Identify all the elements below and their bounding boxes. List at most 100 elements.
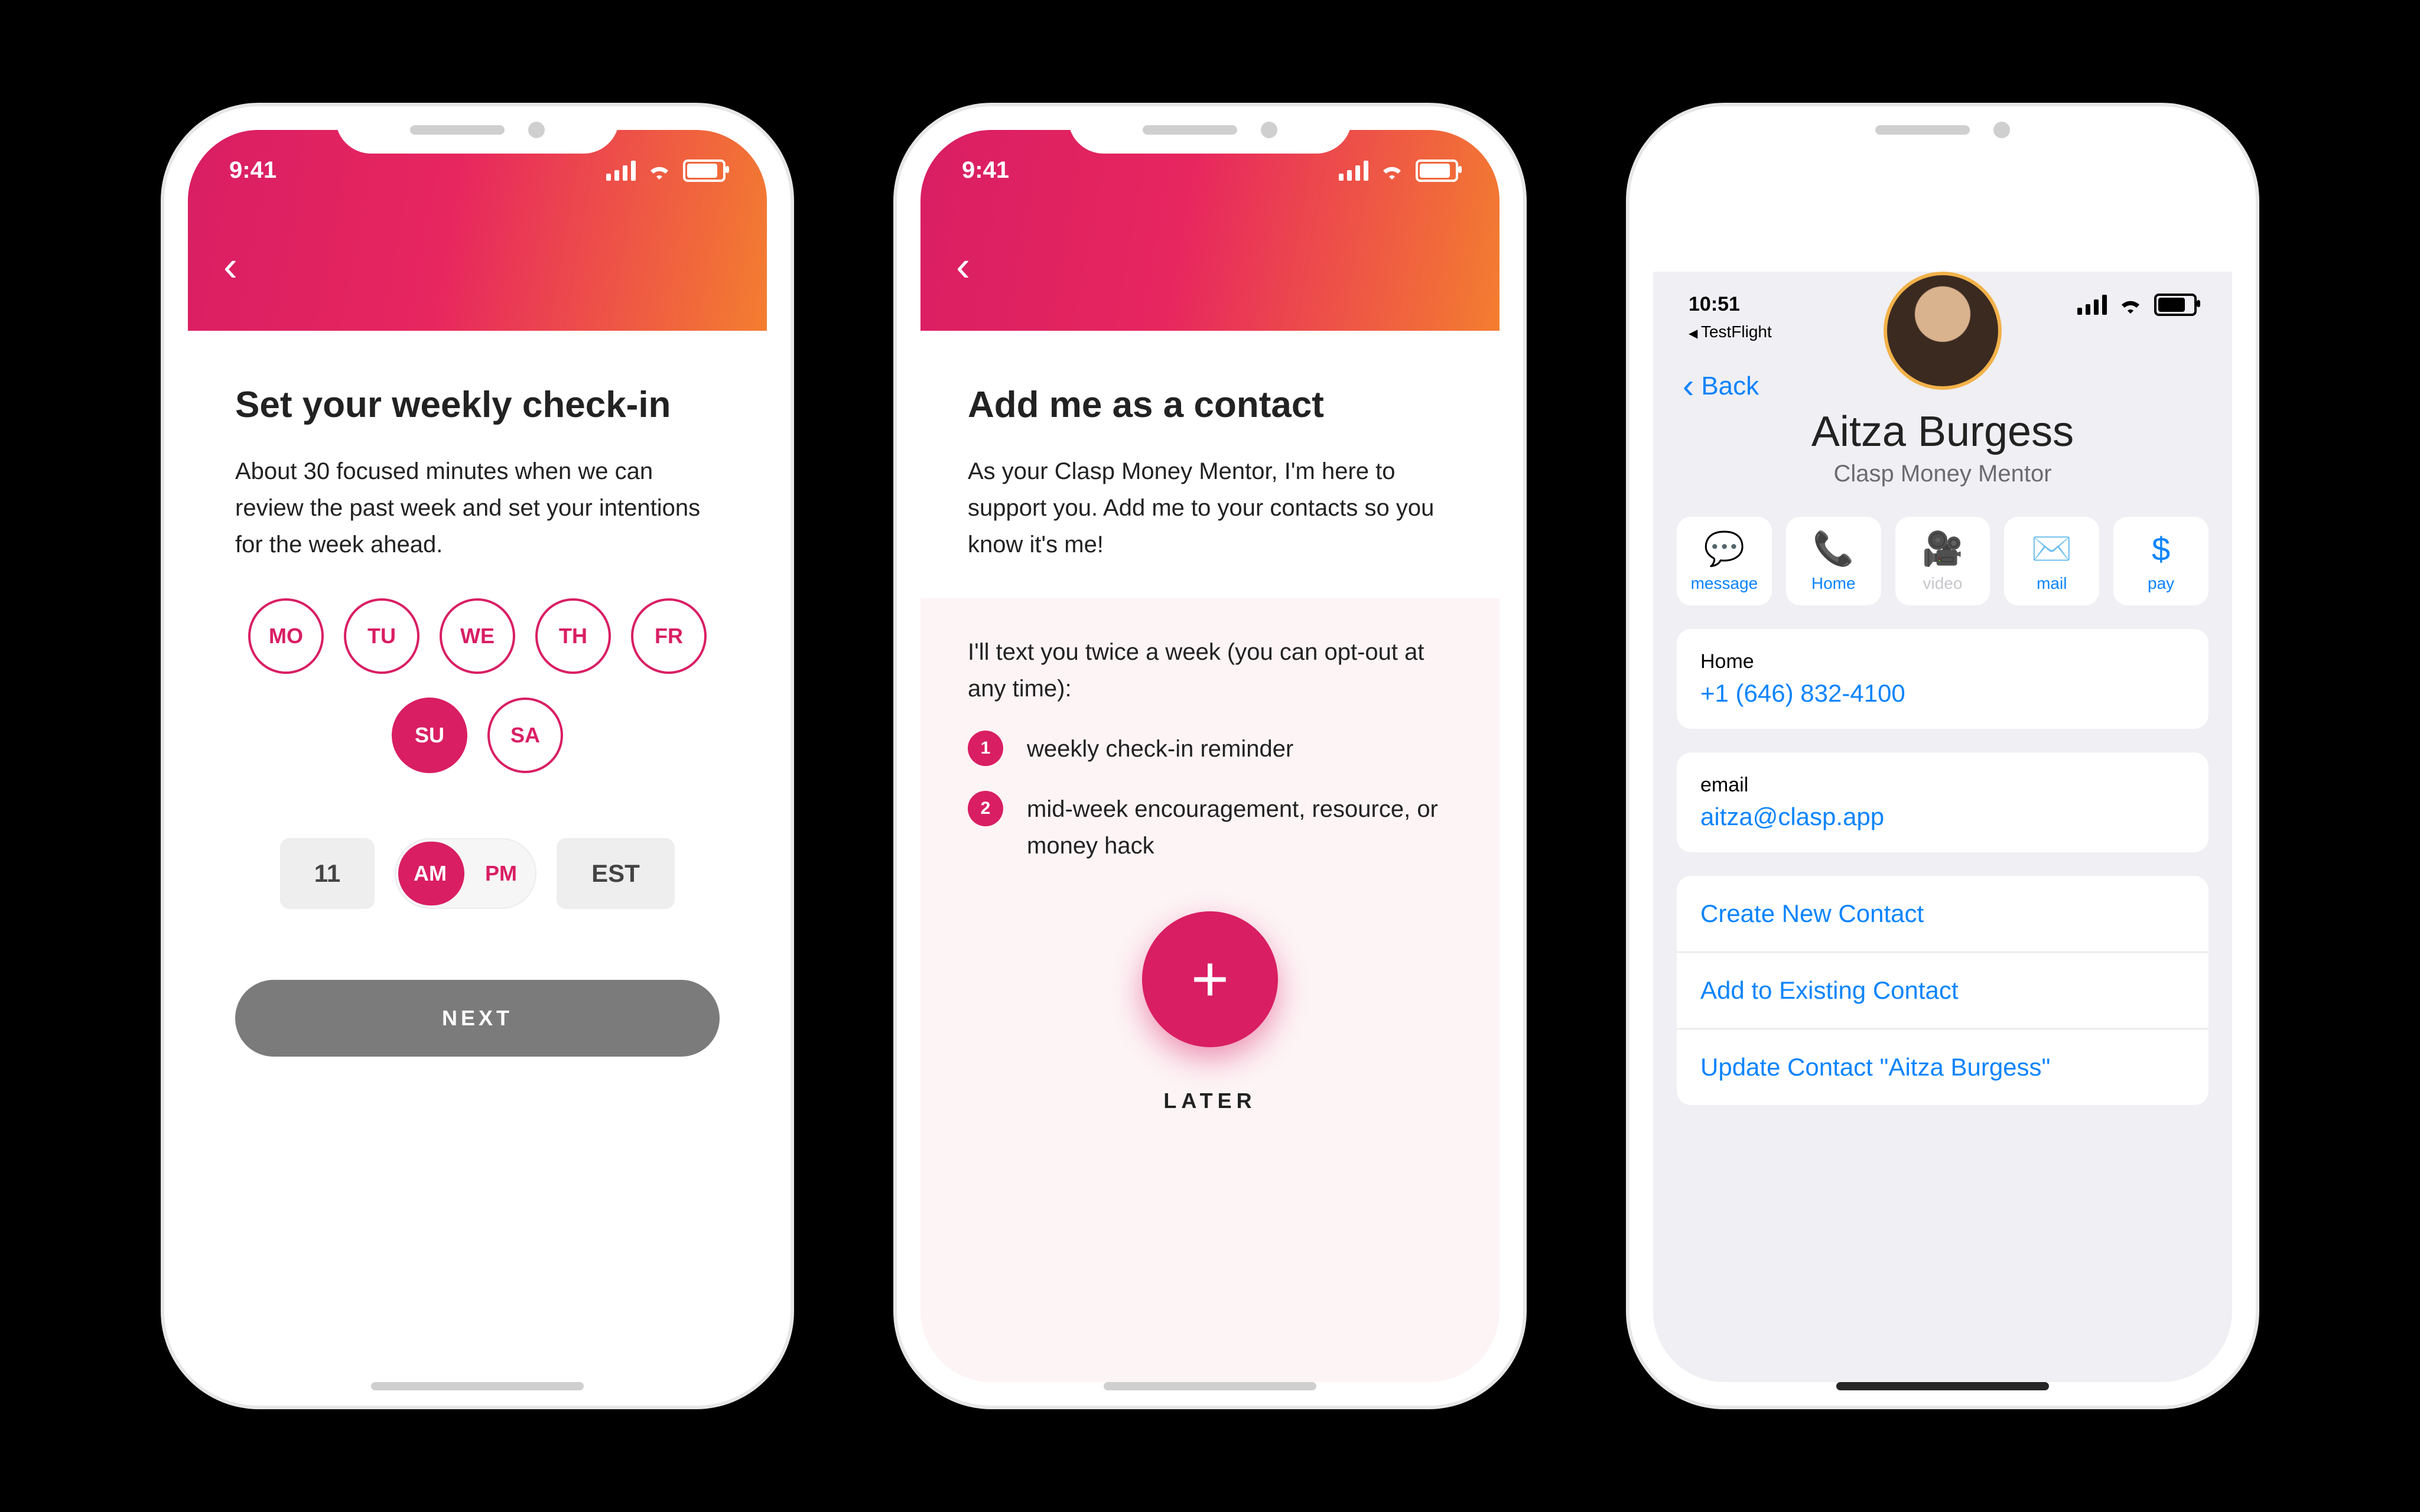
cellular-icon	[606, 161, 636, 181]
add-to-existing-contact[interactable]: Add to Existing Contact	[1677, 951, 2208, 1028]
phone-checkin: 9:41 ‹ Set your weekly check-in About 30…	[164, 106, 791, 1406]
bullet-text-1: weekly check-in reminder	[1027, 731, 1293, 767]
texting-lead: I'll text you twice a week (you can opt-…	[968, 634, 1452, 707]
action-label: pay	[2148, 574, 2174, 593]
battery-icon	[683, 159, 726, 182]
back-label: Back	[1701, 372, 1759, 401]
bullet-2: 2 mid-week encouragement, resource, or m…	[968, 791, 1452, 864]
cellular-icon	[1339, 161, 1368, 181]
status-time: 9:41	[229, 157, 277, 184]
ampm-pm[interactable]: PM	[466, 861, 536, 886]
ios-contact-sheet: 10:51 TestFlight ‹ Back Aitza Burgess Cl…	[1653, 272, 2232, 1382]
action-mail[interactable]: ✉️ mail	[2004, 517, 2099, 605]
bullet-1: 1 weekly check-in reminder	[968, 731, 1452, 767]
day-chip-sa[interactable]: SA	[487, 698, 563, 773]
bullet-number-1: 1	[968, 731, 1003, 766]
dollar-icon: $	[2152, 530, 2170, 568]
video-icon: 🎥	[1922, 529, 1963, 568]
phone-add-contact: 9:41 ‹ Add me as a contact As your Clasp…	[897, 106, 1523, 1406]
timezone-select[interactable]: EST	[557, 838, 675, 909]
home-indicator[interactable]	[1104, 1382, 1316, 1390]
content-card: Set your weekly check-in About 30 focuse…	[188, 331, 767, 1382]
email-info-card[interactable]: email aitza@clasp.app	[1677, 752, 2208, 852]
battery-icon	[1416, 159, 1458, 182]
three-phone-mockup: 9:41 ‹ Set your weekly check-in About 30…	[0, 0, 2420, 1512]
status-bar: 10:51	[1653, 293, 2232, 316]
phone-ios-contact-sheet: 10:51 TestFlight ‹ Back Aitza Burgess Cl…	[1629, 106, 2256, 1406]
page-title: Set your weekly check-in	[235, 384, 720, 426]
wifi-icon	[2119, 296, 2142, 314]
day-chip-tu[interactable]: TU	[344, 598, 419, 674]
next-button[interactable]: NEXT	[235, 980, 720, 1057]
back-button[interactable]: ‹	[956, 242, 970, 291]
gradient-header: 9:41 ‹	[920, 130, 1500, 354]
device-notch	[336, 106, 619, 154]
phone-label: Home	[1700, 650, 2185, 673]
chevron-left-icon: ‹	[1683, 366, 1694, 406]
page-description: As your Clasp Money Mentor, I'm here to …	[968, 453, 1452, 563]
bullet-text-2: mid-week encouragement, resource, or mon…	[1027, 791, 1452, 864]
page-title: Add me as a contact	[968, 384, 1452, 426]
device-notch	[1801, 106, 2084, 154]
wifi-icon	[1380, 162, 1404, 180]
email-value[interactable]: aitza@clasp.app	[1700, 803, 2185, 831]
status-bar: 9:41	[188, 157, 767, 184]
back-button[interactable]: ‹ Back	[1683, 366, 1759, 406]
page-description: About 30 focused minutes when we can rev…	[235, 453, 720, 563]
contact-subtitle: Clasp Money Mentor	[1653, 461, 2232, 487]
ampm-toggle[interactable]: AM PM	[395, 838, 536, 909]
mail-icon: ✉️	[2031, 529, 2073, 568]
phone-icon: 📞	[1813, 529, 1854, 568]
day-chip-fr[interactable]: FR	[631, 598, 707, 674]
action-label: Home	[1811, 574, 1856, 593]
action-label: video	[1923, 574, 1963, 593]
breadcrumb-testflight[interactable]: TestFlight	[1689, 322, 1772, 341]
email-label: email	[1700, 774, 2185, 797]
screen: 9:41 ‹ Set your weekly check-in About 30…	[188, 130, 767, 1382]
action-video: 🎥 video	[1895, 517, 1990, 605]
cellular-icon	[2077, 295, 2107, 315]
contact-actions: 💬 message 📞 Home 🎥 video ✉️ mail	[1653, 517, 2232, 605]
day-chip-su[interactable]: SU	[392, 698, 467, 773]
home-indicator[interactable]	[1836, 1382, 2049, 1390]
content-card: Add me as a contact As your Clasp Money …	[920, 331, 1500, 1382]
bullet-number-2: 2	[968, 791, 1003, 826]
phone-info-card[interactable]: Home +1 (646) 832-4100	[1677, 629, 2208, 729]
day-chip-th[interactable]: TH	[535, 598, 611, 674]
status-time: 10:51	[1689, 293, 1740, 316]
back-button[interactable]: ‹	[223, 242, 238, 291]
status-bar: 9:41	[920, 157, 1500, 184]
action-label: message	[1691, 574, 1758, 593]
message-icon: 💬	[1704, 529, 1745, 568]
contact-options: Create New Contact Add to Existing Conta…	[1677, 876, 2208, 1105]
plus-icon: +	[1191, 947, 1229, 1012]
status-time: 9:41	[962, 157, 1009, 184]
hour-select[interactable]: 11	[280, 838, 375, 909]
screen: 10:51 TestFlight ‹ Back Aitza Burgess Cl…	[1653, 130, 2232, 1382]
battery-icon	[2154, 294, 2197, 316]
create-new-contact[interactable]: Create New Contact	[1677, 876, 2208, 951]
wifi-icon	[648, 162, 671, 180]
action-call[interactable]: 📞 Home	[1786, 517, 1881, 605]
update-contact[interactable]: Update Contact "Aitza Burgess"	[1677, 1028, 2208, 1105]
day-picker: MO TU WE TH FR SU SA	[235, 598, 720, 773]
device-notch	[1068, 106, 1352, 154]
action-pay[interactable]: $ pay	[2113, 517, 2208, 605]
action-label: mail	[2037, 574, 2067, 593]
add-contact-fab[interactable]: +	[1142, 911, 1278, 1047]
avatar[interactable]	[1884, 272, 2002, 390]
status-icons	[606, 159, 726, 182]
phone-value[interactable]: +1 (646) 832-4100	[1700, 679, 2185, 708]
later-button[interactable]: LATER	[968, 1089, 1452, 1113]
status-icons	[1339, 159, 1458, 182]
ampm-am[interactable]: AM	[395, 861, 466, 886]
home-indicator[interactable]	[371, 1382, 584, 1390]
gradient-header: 9:41 ‹	[188, 130, 767, 354]
card-lower: I'll text you twice a week (you can opt-…	[920, 598, 1500, 1382]
action-message[interactable]: 💬 message	[1677, 517, 1772, 605]
day-chip-we[interactable]: WE	[440, 598, 515, 674]
contact-name: Aitza Burgess	[1653, 408, 2232, 456]
day-chip-mo[interactable]: MO	[248, 598, 324, 674]
status-icons	[2077, 293, 2197, 316]
card-upper: Add me as a contact As your Clasp Money …	[920, 331, 1500, 598]
